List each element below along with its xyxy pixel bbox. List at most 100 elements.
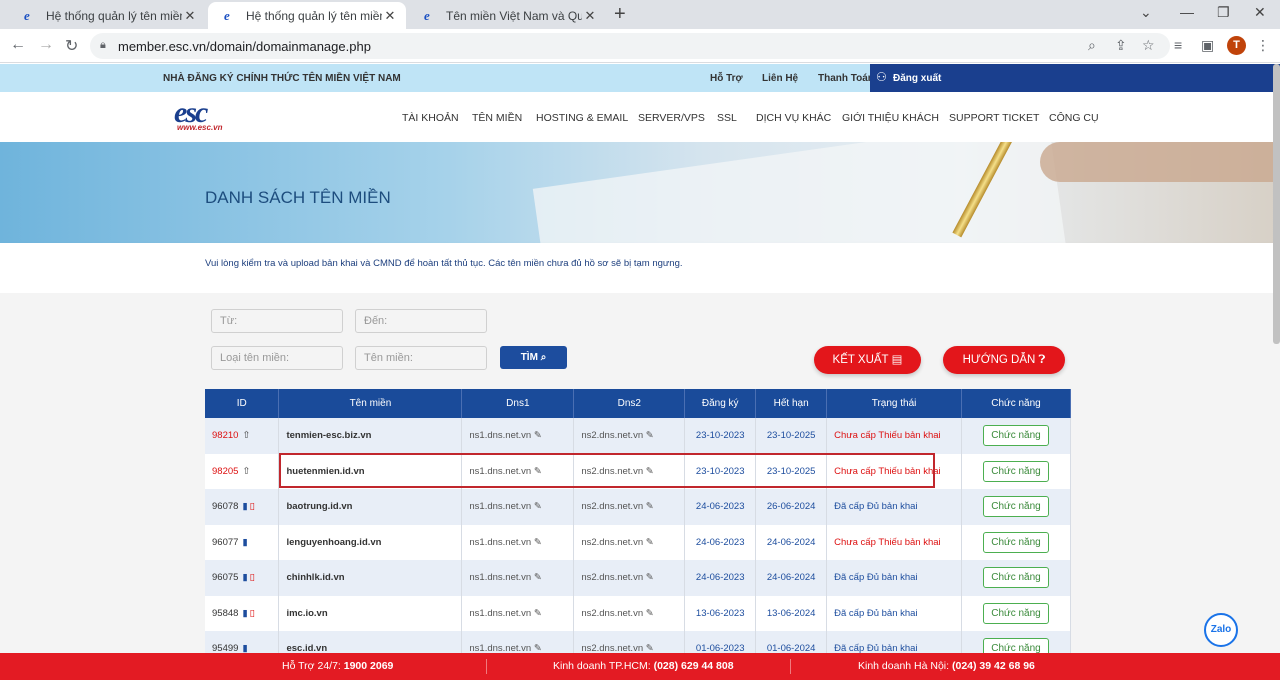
- cell-expires: 24-06-2024: [755, 560, 828, 596]
- column-header-id[interactable]: ID: [205, 389, 280, 418]
- from-date-input[interactable]: Từ:: [211, 309, 343, 333]
- support-link[interactable]: Hỗ Trợ: [710, 73, 743, 84]
- menu-item-hosting-email[interactable]: HOSTING & EMAIL: [536, 112, 628, 124]
- profile-avatar[interactable]: T: [1227, 36, 1246, 55]
- domain-name[interactable]: lenguyenhoang.id.vn: [286, 537, 381, 548]
- reload-icon[interactable]: ↻: [65, 36, 78, 56]
- upload-icon[interactable]: ⇧: [242, 430, 250, 441]
- table-row: 96078 ▮ ▯ baotrung.id.vn ns1.dns.net.vn ✎ ns2…: [205, 489, 1071, 525]
- minimize-icon[interactable]: —: [1180, 4, 1194, 20]
- browser-tab-active[interactable]: e Hệ thống quản lý tên miền, host ✕: [208, 2, 406, 29]
- close-window-icon[interactable]: ✕: [1254, 4, 1266, 21]
- zalo-chat-button[interactable]: Zalo: [1204, 613, 1238, 647]
- column-header-actions[interactable]: Chức năng: [961, 389, 1071, 418]
- to-date-input[interactable]: Đến:: [355, 309, 487, 333]
- contact-link[interactable]: Liên Hệ: [762, 73, 798, 84]
- back-icon[interactable]: ←: [10, 36, 26, 54]
- edit-pencil-icon[interactable]: ✎: [534, 608, 542, 619]
- pdf-icon[interactable]: ▯: [250, 501, 255, 512]
- domain-name[interactable]: baotrung.id.vn: [286, 501, 352, 512]
- table-row: 96077 ▮ lenguyenhoang.id.vn ns1.dns.net.vn …: [205, 524, 1071, 560]
- upload-icon[interactable]: ⇧: [242, 466, 250, 477]
- menu-kebab-icon[interactable]: ⋮: [1256, 37, 1270, 54]
- menu-item-ssl[interactable]: SSL: [717, 112, 737, 124]
- favicon-icon: e: [24, 7, 30, 23]
- menu-item-referral[interactable]: GIỚI THIỆU KHÁCH: [842, 112, 939, 124]
- domain-id[interactable]: 96075: [212, 572, 238, 583]
- document-icon[interactable]: ▮: [242, 572, 247, 583]
- action-button[interactable]: Chức năng: [983, 460, 1049, 482]
- pdf-icon[interactable]: ▯: [250, 572, 255, 583]
- edit-pencil-icon[interactable]: ✎: [646, 430, 654, 441]
- document-icon[interactable]: ▮: [242, 537, 247, 548]
- action-button[interactable]: Chức năng: [983, 425, 1049, 447]
- domain-id[interactable]: 96078: [212, 501, 238, 512]
- domain-id[interactable]: 98210: [212, 430, 238, 441]
- column-header-status[interactable]: Trạng thái: [826, 389, 962, 418]
- domain-id[interactable]: 98205: [212, 466, 238, 477]
- close-tab-icon[interactable]: ✕: [382, 8, 398, 24]
- guide-button[interactable]: HƯỚNG DẪN ❓︎: [943, 346, 1065, 374]
- zoom-icon[interactable]: ⌕: [1088, 37, 1096, 54]
- table-row: 96075 ▮ ▯ chinhlk.id.vn ns1.dns.net.vn ✎ ns2.…: [205, 560, 1071, 596]
- tab-search-icon[interactable]: ⌄: [1140, 4, 1152, 21]
- edit-pencil-icon[interactable]: ✎: [646, 501, 654, 512]
- browser-tab[interactable]: e Tên miền Việt Nam và Quốc tế ✕: [408, 2, 606, 29]
- edit-pencil-icon[interactable]: ✎: [534, 537, 542, 548]
- column-header-dns1[interactable]: Dns1: [461, 389, 575, 418]
- cell-dns2: ns2.dns.net.vn ✎: [573, 595, 686, 631]
- menu-item-domain[interactable]: TÊN MIỀN: [472, 112, 522, 124]
- column-header-dns2[interactable]: Dns2: [573, 389, 686, 418]
- action-button[interactable]: Chức năng: [983, 567, 1049, 589]
- browser-tab[interactable]: e Hệ thống quản lý tên miền, host ✕: [8, 2, 206, 29]
- esc-logo[interactable]: esc www.esc.vn: [174, 96, 234, 134]
- document-icon[interactable]: ▮: [242, 501, 247, 512]
- action-button[interactable]: Chức năng: [983, 531, 1049, 553]
- logout-link[interactable]: Đăng xuất: [893, 73, 941, 84]
- domain-type-input[interactable]: Loại tên miền:: [211, 346, 343, 370]
- edit-pencil-icon[interactable]: ✎: [646, 572, 654, 583]
- menu-item-tools[interactable]: CÔNG CỤ: [1049, 112, 1099, 124]
- column-header-registered[interactable]: Đăng ký: [684, 389, 757, 418]
- pdf-icon[interactable]: ▯: [250, 608, 255, 619]
- domain-id[interactable]: 96077: [212, 537, 238, 548]
- search-button[interactable]: TÌM ⌕: [500, 346, 567, 369]
- edit-pencil-icon[interactable]: ✎: [646, 537, 654, 548]
- edit-pencil-icon[interactable]: ✎: [534, 572, 542, 583]
- new-tab-icon[interactable]: +: [614, 3, 626, 26]
- cell-id: 95848 ▮ ▯: [205, 595, 280, 631]
- action-button[interactable]: Chức năng: [983, 496, 1049, 518]
- address-bar[interactable]: 🔒︎ member.esc.vn/domain/domainmanage.php: [90, 33, 1170, 59]
- menu-item-server-vps[interactable]: SERVER/VPS: [638, 112, 705, 124]
- domain-name-input[interactable]: Tên miền:: [355, 346, 487, 370]
- column-header-domain[interactable]: Tên miền: [278, 389, 463, 418]
- menu-item-account[interactable]: TÀI KHOẢN: [402, 112, 459, 124]
- bookmark-star-icon[interactable]: ☆: [1142, 37, 1155, 54]
- maximize-icon[interactable]: ❐: [1217, 4, 1230, 21]
- help-icon: ❓︎: [1038, 354, 1046, 366]
- menu-item-other-services[interactable]: DỊCH VỤ KHÁC: [756, 112, 831, 124]
- export-button[interactable]: KẾT XUẤT ▤: [814, 346, 921, 374]
- forward-icon[interactable]: →: [38, 36, 54, 54]
- column-header-expires[interactable]: Hết hạn: [755, 389, 828, 418]
- domain-name[interactable]: imc.io.vn: [286, 608, 327, 619]
- side-panel-icon[interactable]: ▣: [1201, 37, 1214, 54]
- notice-text: Vui lòng kiểm tra và upload bản khai và …: [205, 258, 683, 269]
- menu-item-support-ticket[interactable]: SUPPORT TICKET: [949, 112, 1039, 124]
- close-tab-icon[interactable]: ✕: [182, 8, 198, 24]
- edit-pencil-icon[interactable]: ✎: [534, 501, 542, 512]
- close-tab-icon[interactable]: ✕: [582, 8, 598, 24]
- document-icon[interactable]: ▮: [242, 608, 247, 619]
- share-icon[interactable]: ⇪: [1115, 37, 1127, 54]
- reading-list-icon[interactable]: ≡: [1174, 37, 1182, 53]
- edit-pencil-icon[interactable]: ✎: [646, 608, 654, 619]
- footer-divider: [486, 659, 487, 674]
- domain-id[interactable]: 95848: [212, 608, 238, 619]
- payment-link[interactable]: Thanh Toán: [818, 73, 874, 84]
- domain-name[interactable]: chinhlk.id.vn: [286, 572, 344, 583]
- edit-pencil-icon[interactable]: ✎: [534, 430, 542, 441]
- scrollbar-thumb[interactable]: [1273, 64, 1280, 344]
- tagline: NHÀ ĐĂNG KÝ CHÍNH THỨC TÊN MIỀN VIỆT NAM: [163, 73, 401, 84]
- action-button[interactable]: Chức năng: [983, 602, 1049, 624]
- domain-name[interactable]: tenmien-esc.biz.vn: [286, 430, 371, 441]
